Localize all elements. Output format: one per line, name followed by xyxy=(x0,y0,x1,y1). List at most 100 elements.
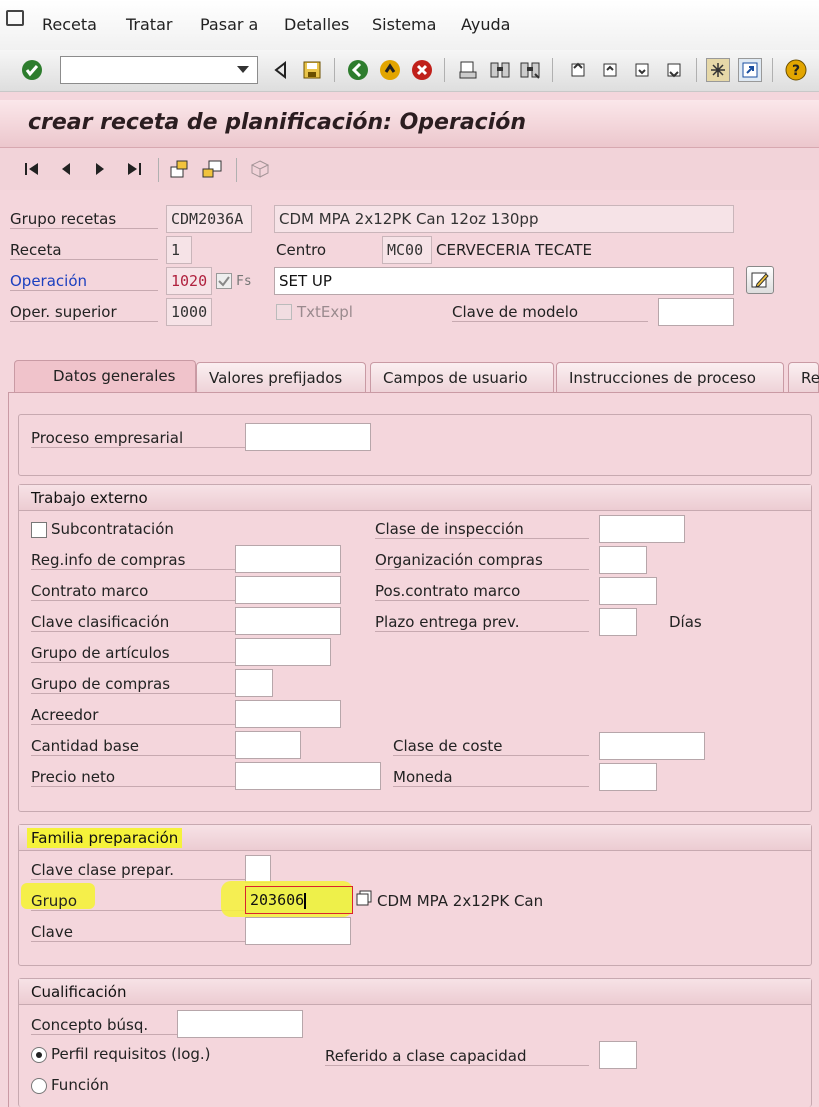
clave-modelo-label: Clave de modelo xyxy=(452,303,648,322)
moneda-field[interactable] xyxy=(599,763,657,791)
referido-field[interactable] xyxy=(599,1041,637,1069)
back-green-icon[interactable] xyxy=(346,58,370,82)
clase-coste-field[interactable] xyxy=(599,732,705,760)
grupo-label: Grupo xyxy=(31,892,245,911)
save-icon[interactable] xyxy=(300,58,324,82)
clave-clasificacion-field[interactable] xyxy=(235,607,341,635)
edit-text-button[interactable] xyxy=(746,266,774,294)
menu-detalles[interactable]: Detalles xyxy=(284,15,349,34)
svg-text:?: ? xyxy=(792,63,800,79)
menu-pasar-a[interactable]: Pasar a xyxy=(200,15,258,34)
object-icon[interactable] xyxy=(248,157,272,181)
grupo-compras-field[interactable] xyxy=(235,669,273,697)
menu-icon[interactable] xyxy=(6,10,24,26)
cantidad-base-field[interactable] xyxy=(235,731,301,759)
previous-item-icon[interactable] xyxy=(54,157,78,181)
subcontratacion-label: Subcontratación xyxy=(51,520,174,538)
copy-icon[interactable] xyxy=(355,889,375,909)
cualificacion-header: Cualificación xyxy=(19,979,811,1005)
hierarchy-up-icon[interactable] xyxy=(168,157,192,181)
operacion-field[interactable]: 1020 xyxy=(166,267,212,295)
menu-ayuda[interactable]: Ayuda xyxy=(461,15,510,34)
clave-label: Clave xyxy=(31,923,245,942)
receta-field[interactable]: 1 xyxy=(166,236,192,264)
last-page-icon[interactable] xyxy=(662,58,686,82)
previous-page-icon[interactable] xyxy=(598,58,622,82)
funcion-radio[interactable] xyxy=(31,1078,47,1094)
operacion-label[interactable]: Operación xyxy=(10,272,158,291)
last-item-icon[interactable] xyxy=(122,157,146,181)
help-icon[interactable]: ? xyxy=(784,58,808,82)
grupo-articulos-field[interactable] xyxy=(235,638,331,666)
clave-clase-label: Clave clase prepar. xyxy=(31,861,245,880)
find-icon[interactable] xyxy=(488,58,512,82)
concepto-busq-field[interactable] xyxy=(177,1010,303,1038)
clave-modelo-field[interactable] xyxy=(658,298,734,326)
menu-receta[interactable]: Receta xyxy=(42,15,97,34)
menu-sistema[interactable]: Sistema xyxy=(372,15,436,34)
precio-neto-field[interactable] xyxy=(235,762,381,790)
oper-superior-field[interactable]: 1000 xyxy=(166,298,212,326)
tab-more[interactable]: Re xyxy=(788,362,819,392)
subcontratacion-checkbox[interactable] xyxy=(31,522,47,538)
fs-checkbox[interactable] xyxy=(216,273,232,289)
reg-info-label: Reg.info de compras xyxy=(31,551,235,570)
exit-icon[interactable] xyxy=(378,58,402,82)
grupo-recetas-label: Grupo recetas xyxy=(10,210,158,229)
title-bar: crear receta de planificación: Operación xyxy=(0,100,819,148)
chevron-down-icon[interactable] xyxy=(237,66,249,73)
clave-field[interactable] xyxy=(245,917,351,945)
clave-clasificacion-label: Clave clasificación xyxy=(31,613,235,632)
tab-datos-generales[interactable]: Datos generales xyxy=(14,360,196,392)
clase-coste-label: Clase de coste xyxy=(393,737,589,756)
first-page-icon[interactable] xyxy=(566,58,590,82)
grupo-compras-label: Grupo de compras xyxy=(31,675,235,694)
receta-label: Receta xyxy=(10,241,158,260)
next-item-icon[interactable] xyxy=(88,157,112,181)
next-page-icon[interactable] xyxy=(630,58,654,82)
back-arrow-icon[interactable] xyxy=(268,58,292,82)
grupo-desc: CDM MPA 2x12PK Can xyxy=(377,892,544,910)
concepto-busq-label: Concepto búsq. xyxy=(31,1016,177,1035)
clase-inspeccion-field[interactable] xyxy=(599,515,685,543)
reg-info-field[interactable] xyxy=(235,545,341,573)
acreedor-field[interactable] xyxy=(235,700,341,728)
pos-contrato-field[interactable] xyxy=(599,577,657,605)
plazo-entrega-field[interactable] xyxy=(599,608,637,636)
trabajo-externo-header: Trabajo externo xyxy=(19,485,811,511)
txtexpl-label: TxtExpl xyxy=(297,303,353,321)
menu-tratar[interactable]: Tratar xyxy=(126,15,172,34)
system-toolbar: ? xyxy=(0,50,819,92)
hierarchy-down-icon[interactable] xyxy=(200,157,224,181)
menu-bar: Receta Tratar Pasar a Detalles Sistema A… xyxy=(0,0,819,50)
contrato-marco-label: Contrato marco xyxy=(31,582,235,601)
enter-check-icon[interactable] xyxy=(20,58,44,82)
tab-valores-prefijados[interactable]: Valores prefijados xyxy=(196,362,366,392)
proceso-empresarial-field[interactable] xyxy=(245,423,371,451)
tab-instrucciones-proceso[interactable]: Instrucciones de proceso xyxy=(556,362,784,392)
centro-desc: CERVECERIA TECATE xyxy=(436,241,592,259)
find-next-icon[interactable] xyxy=(518,58,542,82)
first-item-icon[interactable] xyxy=(20,157,44,181)
contrato-marco-field[interactable] xyxy=(235,576,341,604)
print-icon[interactable] xyxy=(456,58,480,82)
cualificacion-group: Cualificación Concepto búsq. Perfil requ… xyxy=(18,978,812,1107)
clave-clase-field[interactable] xyxy=(245,855,271,883)
perfil-label: Perfil requisitos (log.) xyxy=(51,1045,211,1063)
centro-field[interactable]: MC00 xyxy=(382,236,432,264)
shortcut-icon[interactable] xyxy=(738,58,762,82)
new-session-icon[interactable] xyxy=(706,58,730,82)
funcion-label: Función xyxy=(51,1076,109,1094)
fs-label: Fs xyxy=(236,274,252,289)
tab-campos-usuario[interactable]: Campos de usuario xyxy=(370,362,554,392)
perfil-radio[interactable] xyxy=(31,1047,47,1063)
grupo-field[interactable]: 203606 xyxy=(245,886,353,914)
grupo-recetas-field[interactable]: CDM2036A xyxy=(166,205,252,233)
page-title: crear receta de planificación: Operación xyxy=(28,110,527,135)
centro-label: Centro xyxy=(276,241,327,259)
operacion-text-field[interactable]: SET UP xyxy=(274,267,734,295)
command-field[interactable] xyxy=(60,56,258,84)
txtexpl-checkbox[interactable] xyxy=(276,304,292,320)
cancel-icon[interactable] xyxy=(410,58,434,82)
organizacion-compras-field[interactable] xyxy=(599,546,647,574)
